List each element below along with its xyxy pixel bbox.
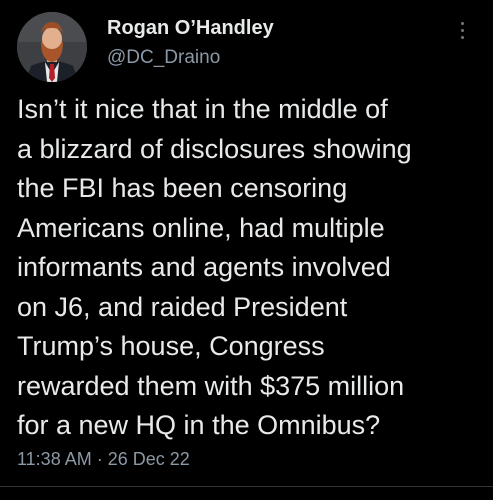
- tweet-text-line: on J6, and raided President: [17, 291, 348, 322]
- tweet-time: 11:38 AM: [17, 449, 92, 469]
- more-dot: [460, 29, 464, 32]
- avatar-image: [17, 12, 87, 82]
- tweet-date: 26 Dec 22: [107, 449, 190, 469]
- timestamp-separator: ·: [96, 449, 103, 469]
- tweet-text-line: Trump’s house, Congress: [17, 331, 325, 361]
- author-handle[interactable]: @DC_Draino: [107, 47, 220, 69]
- tweet-text-line: informants and agents involved: [17, 252, 391, 282]
- divider: [0, 486, 493, 487]
- tweet-text-line: rewarded them with $375 million: [17, 370, 405, 401]
- tweet-text-line: the FBI has been censoring: [17, 173, 348, 203]
- more-dot: [460, 22, 464, 25]
- tweet-text-line: Isn’t it nice that in the middle of: [17, 94, 388, 124]
- tweet-card: Rogan O’Handley @DC_Draino Isn’t it nice…: [0, 0, 493, 500]
- author-display-name[interactable]: Rogan O’Handley: [107, 17, 274, 40]
- tweet-text-line: Americans online, had multiple: [17, 212, 385, 243]
- more-dot: [460, 36, 464, 39]
- avatar[interactable]: [17, 12, 87, 82]
- tweet-text: Isn’t it nice that in the middle of a bl…: [17, 90, 485, 446]
- tweet-timestamp[interactable]: 11:38 AM · 26 Dec 22: [17, 449, 190, 470]
- more-options-icon[interactable]: [456, 22, 468, 46]
- tweet-text-line: a blizzard of disclosures showing: [17, 133, 412, 164]
- tweet-text-line: for a new HQ in the Omnibus?: [17, 410, 381, 440]
